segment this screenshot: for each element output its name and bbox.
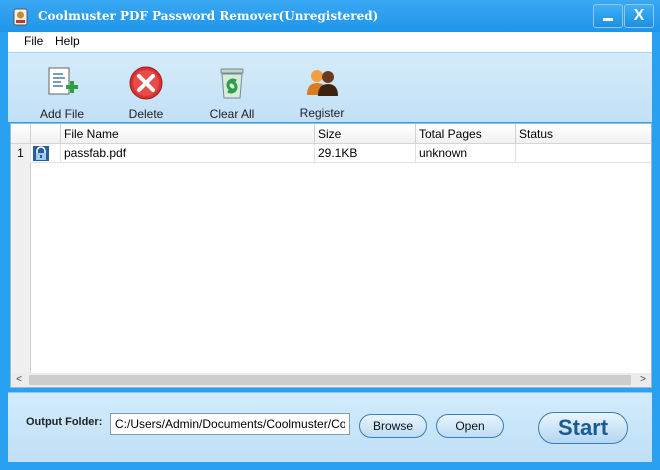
scroll-thumb[interactable] (29, 375, 631, 385)
close-icon: X (633, 7, 645, 24)
menu-bar: File Help (8, 32, 652, 52)
delete-button[interactable]: Delete (106, 53, 186, 123)
lock-cell (31, 144, 61, 163)
window-title: Coolmuster PDF Password Remover(Unregist… (38, 9, 379, 23)
output-folder-input[interactable] (110, 413, 350, 435)
add-file-label: Add File (39, 107, 85, 121)
cell-status (516, 144, 651, 163)
users-icon (307, 70, 338, 96)
cell-size: 29.1KB (315, 144, 416, 163)
scroll-left-button[interactable]: < (11, 373, 27, 387)
cell-total-pages: unknown (416, 144, 516, 163)
file-table: File Name Size Total Pages Status 1 pass… (10, 123, 652, 388)
corner-header (11, 124, 31, 144)
add-file-icon (48, 67, 78, 95)
icon-header (31, 124, 61, 144)
register-label: Register (299, 106, 345, 120)
scroll-right-button[interactable]: > (635, 373, 651, 387)
header-total-pages[interactable]: Total Pages (416, 124, 516, 144)
open-button[interactable]: Open (436, 414, 504, 438)
title-bar: Coolmuster PDF Password Remover(Unregist… (0, 0, 660, 32)
header-file-name[interactable]: File Name (61, 124, 315, 144)
menu-help[interactable]: Help (55, 34, 80, 48)
delete-icon (129, 66, 163, 100)
close-button[interactable]: X (624, 4, 654, 28)
clear-all-button[interactable]: Clear All (192, 53, 272, 123)
header-status[interactable]: Status (516, 124, 651, 144)
browse-button[interactable]: Browse (359, 414, 427, 438)
recycle-bin-icon (220, 68, 244, 99)
app-logo-icon (13, 8, 28, 26)
table-header: File Name Size Total Pages Status (11, 124, 651, 144)
app-window: Coolmuster PDF Password Remover(Unregist… (0, 0, 660, 470)
cell-file-name: passfab.pdf (61, 144, 315, 163)
start-button[interactable]: Start (538, 412, 628, 444)
horizontal-scrollbar[interactable]: < > (11, 373, 651, 387)
menu-file[interactable]: File (24, 34, 43, 48)
header-size[interactable]: Size (315, 124, 416, 144)
clear-all-label: Clear All (209, 107, 255, 121)
output-bar: Output Folder: Browse Open Start (8, 392, 652, 462)
delete-label: Delete (128, 107, 164, 121)
register-button[interactable]: Register (282, 53, 362, 123)
toolbar: Add File Delete Clear All Register (8, 52, 652, 122)
minimize-icon (603, 18, 613, 21)
table-row[interactable]: 1 passfab.pdf 29.1KB unknown (11, 144, 651, 163)
lock-icon (33, 146, 49, 161)
minimize-button[interactable] (593, 4, 623, 28)
output-folder-label: Output Folder: (26, 416, 103, 428)
add-file-button[interactable]: Add File (22, 53, 102, 123)
row-index: 1 (11, 144, 31, 163)
